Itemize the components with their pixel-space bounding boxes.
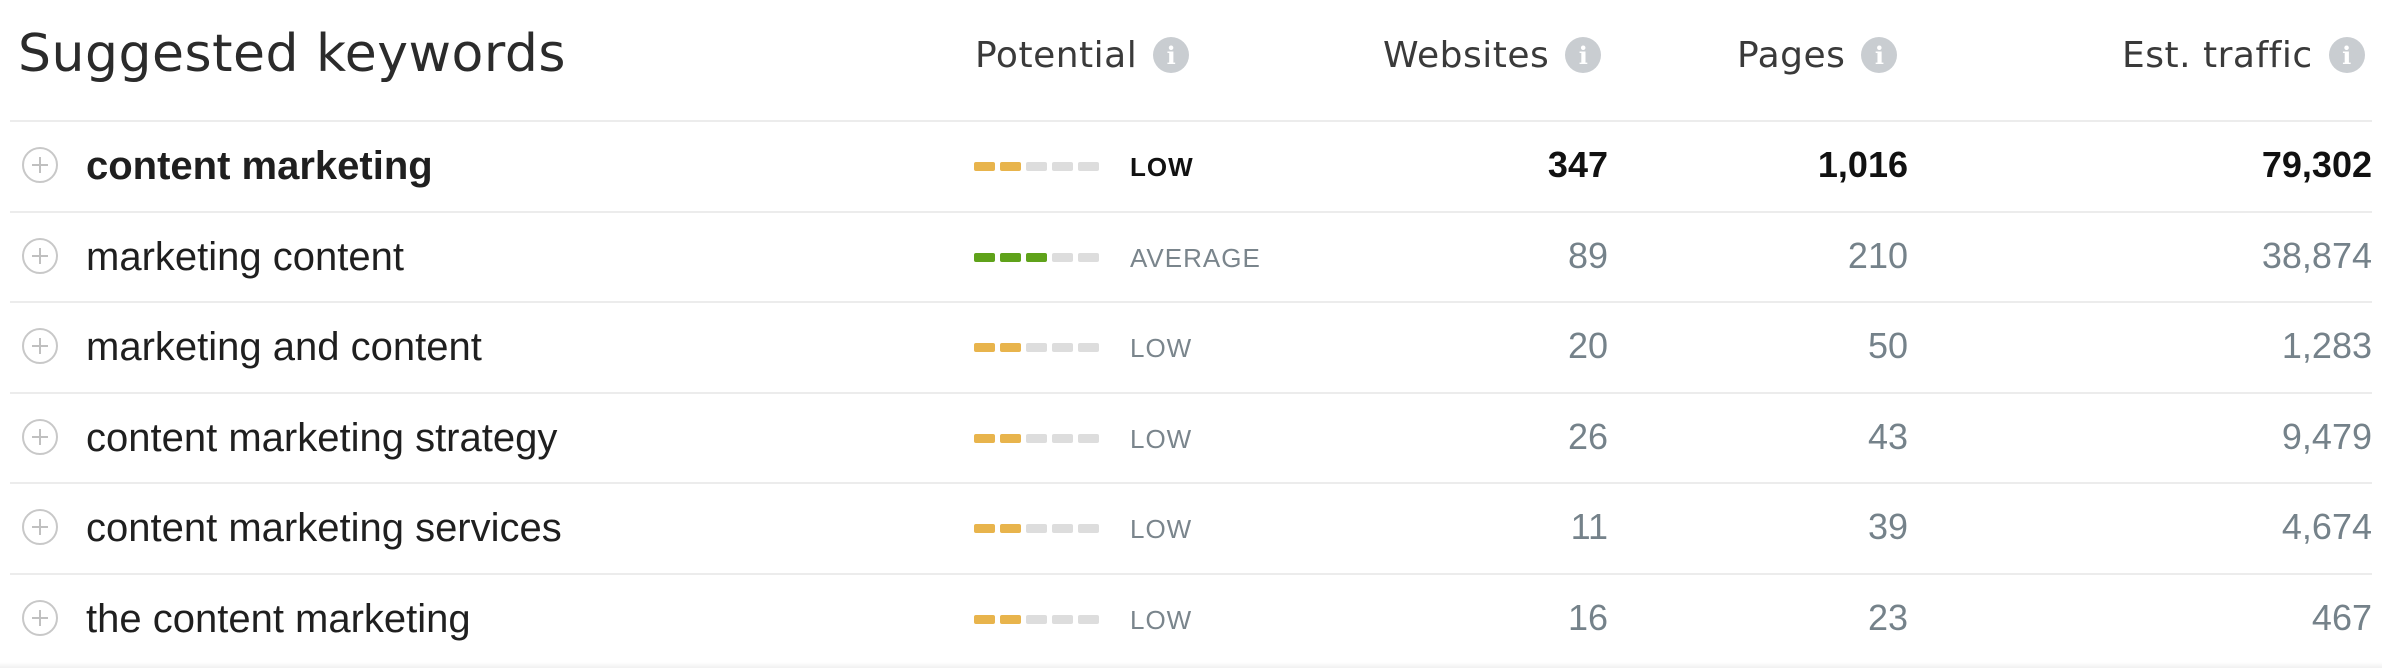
potential-bar-segment	[1078, 524, 1099, 533]
table-row[interactable]: marketing and content LOW 20 50 1,283	[10, 303, 2372, 391]
potential-bar-segment	[1052, 343, 1073, 352]
potential-bar-segment	[1078, 434, 1099, 443]
info-icon[interactable]: i	[1153, 37, 1190, 73]
info-icon[interactable]: i	[1861, 37, 1898, 73]
potential-bar-segment	[1052, 162, 1073, 171]
table-row[interactable]: content marketing services LOW 11 39 4,6…	[10, 484, 2372, 572]
keyword-text: the content marketing	[86, 597, 471, 641]
websites-count: 20	[1567, 325, 1608, 366]
potential-bar-segment	[1052, 434, 1073, 443]
add-keyword-icon[interactable]	[22, 509, 58, 545]
traffic-count: 4,674	[2281, 506, 2372, 547]
traffic-count: 1,283	[2281, 325, 2372, 366]
pages-count: 39	[1867, 506, 1908, 547]
column-header-potential[interactable]: Potential i	[975, 34, 1190, 76]
column-header-websites[interactable]: Websites i	[1383, 34, 1602, 76]
traffic-count: 79,302	[2261, 144, 2372, 185]
potential-meter	[974, 343, 1099, 352]
potential-bar-segment	[1000, 434, 1021, 443]
column-label-potential: Potential	[975, 34, 1138, 76]
potential-label: LOW	[1130, 514, 1193, 544]
potential-label: LOW	[1130, 152, 1194, 182]
column-label-websites: Websites	[1383, 34, 1550, 76]
keyword-text: content marketing services	[86, 506, 562, 550]
table-row[interactable]: content marketing strategy LOW 26 43 9,4…	[10, 394, 2372, 482]
potential-meter	[974, 162, 1099, 171]
potential-bar-segment	[1026, 434, 1047, 443]
websites-count: 347	[1547, 144, 1608, 185]
potential-bar-segment	[1000, 524, 1021, 533]
info-icon[interactable]: i	[2328, 37, 2365, 73]
table-header: Suggested keywords Potential i Websites …	[0, 0, 2382, 120]
websites-count: 16	[1567, 597, 1608, 638]
traffic-count: 467	[2311, 597, 2372, 638]
potential-bar-segment	[974, 615, 995, 624]
pages-count: 1,016	[1817, 144, 1908, 185]
info-icon[interactable]: i	[1565, 37, 1602, 73]
traffic-count: 9,479	[2281, 416, 2372, 457]
column-header-traffic[interactable]: Est. traffic i	[2122, 34, 2365, 76]
keyword-text: marketing content	[86, 235, 404, 279]
table-row[interactable]: the content marketing LOW 16 23 467	[10, 575, 2372, 663]
potential-bar-segment	[1026, 343, 1047, 352]
potential-bar-segment	[1078, 615, 1099, 624]
potential-label: LOW	[1130, 605, 1193, 635]
websites-count: 11	[1570, 506, 1608, 547]
keyword-text: marketing and content	[86, 325, 482, 369]
potential-bar-segment	[1000, 343, 1021, 352]
potential-bar-segment	[1052, 524, 1073, 533]
potential-meter	[974, 434, 1099, 443]
pages-count: 50	[1867, 325, 1908, 366]
bottom-edge	[0, 662, 2382, 668]
potential-bar-segment	[1026, 524, 1047, 533]
page-title: Suggested keywords	[18, 24, 566, 84]
potential-bar-segment	[1000, 162, 1021, 171]
potential-bar-segment	[974, 524, 995, 533]
potential-bar-segment	[1052, 253, 1073, 262]
keyword-text: content marketing strategy	[86, 416, 558, 460]
potential-label: AVERAGE	[1130, 243, 1261, 273]
keyword-text: content marketing	[86, 144, 433, 188]
potential-bar-segment	[1052, 615, 1073, 624]
potential-meter	[974, 615, 1099, 624]
potential-bar-segment	[1000, 615, 1021, 624]
pages-count: 43	[1867, 416, 1908, 457]
potential-bar-segment	[974, 162, 995, 171]
potential-label: LOW	[1130, 333, 1193, 363]
potential-bar-segment	[1078, 162, 1099, 171]
websites-count: 89	[1567, 235, 1608, 276]
potential-meter	[974, 524, 1099, 533]
column-label-pages: Pages	[1737, 34, 1846, 76]
potential-bar-segment	[1000, 253, 1021, 262]
potential-bar-segment	[974, 253, 995, 262]
potential-bar-segment	[1026, 615, 1047, 624]
potential-bar-segment	[1078, 343, 1099, 352]
potential-bar-segment	[974, 343, 995, 352]
potential-bar-segment	[1078, 253, 1099, 262]
pages-count: 210	[1847, 235, 1908, 276]
potential-bar-segment	[1026, 253, 1047, 262]
add-keyword-icon[interactable]	[22, 238, 58, 274]
column-label-traffic: Est. traffic	[2122, 34, 2313, 76]
add-keyword-icon[interactable]	[22, 600, 58, 636]
add-keyword-icon[interactable]	[22, 147, 58, 183]
add-keyword-icon[interactable]	[22, 328, 58, 364]
potential-bar-segment	[1026, 162, 1047, 171]
websites-count: 26	[1567, 416, 1608, 457]
add-keyword-icon[interactable]	[22, 419, 58, 455]
potential-meter	[974, 253, 1099, 262]
column-header-pages[interactable]: Pages i	[1737, 34, 1898, 76]
traffic-count: 38,874	[2261, 235, 2372, 276]
table-row[interactable]: marketing content AVERAGE 89 210 38,874	[10, 213, 2372, 301]
table-row[interactable]: content marketing LOW 347 1,016 79,302	[10, 122, 2372, 210]
pages-count: 23	[1867, 597, 1908, 638]
potential-bar-segment	[974, 434, 995, 443]
potential-label: LOW	[1130, 424, 1193, 454]
